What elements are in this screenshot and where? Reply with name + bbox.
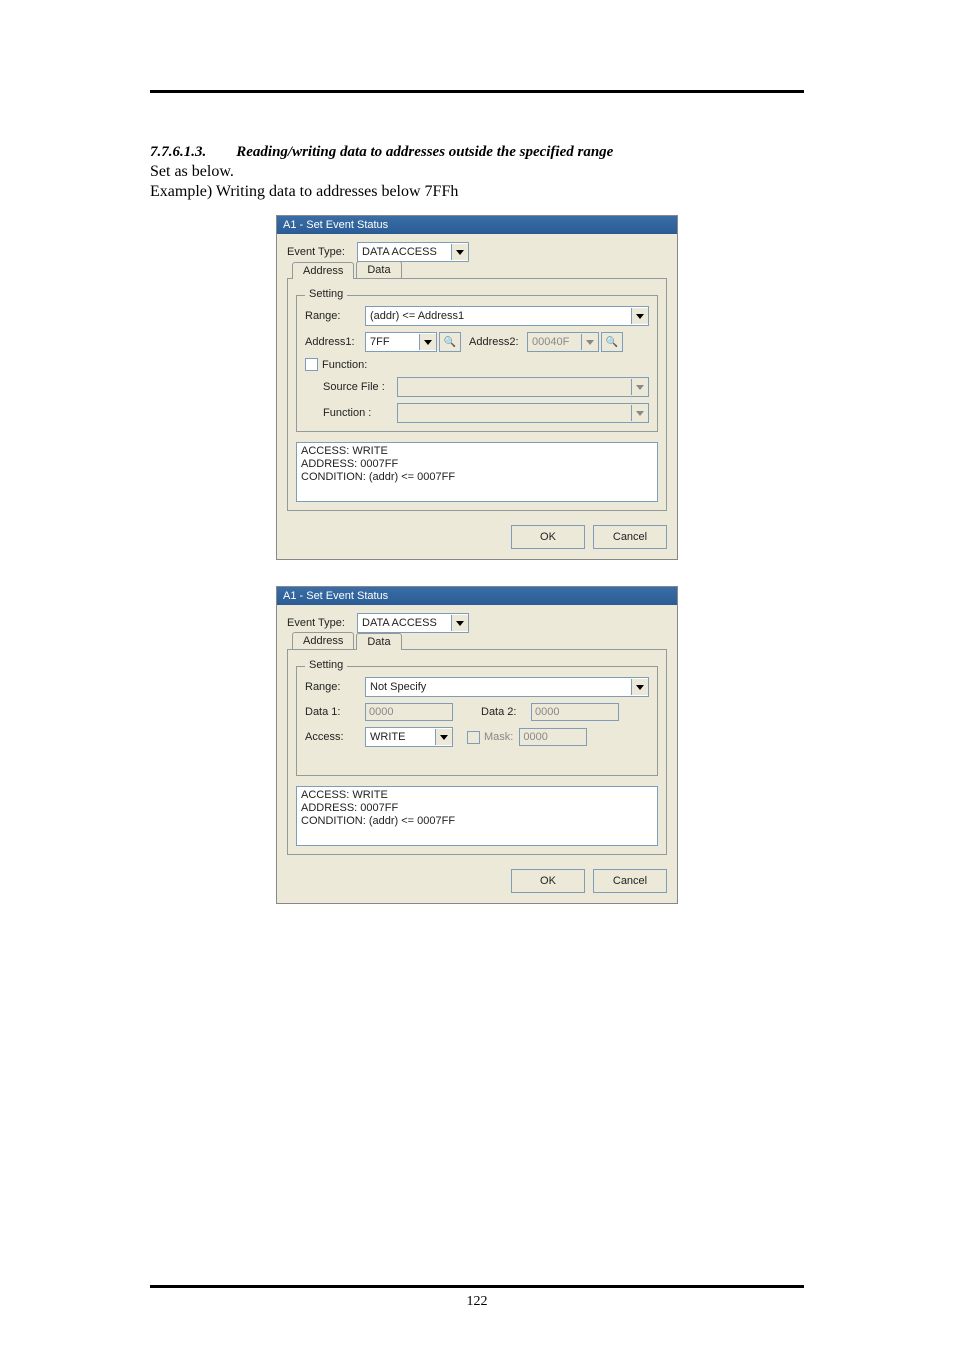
group-legend: Setting [305,659,347,671]
address1-value: 7FF [366,336,419,348]
group-setting: Setting Range: Not Specify Data 1: 0000 … [296,666,658,776]
intro-line-2: Example) Writing data to addresses below… [150,183,804,201]
function-combo [397,403,649,423]
address1-input[interactable]: 7FF [365,332,437,352]
range-value: Not Specify [366,681,631,693]
data2-label: Data 2: [481,706,531,718]
function-checkbox-label: Function: [322,359,367,371]
chevron-down-icon[interactable] [435,729,452,745]
top-rule [150,90,804,93]
section-heading: 7.7.6.1.3. Reading/writing data to addre… [150,143,804,161]
data1-input: 0000 [365,703,453,721]
function-checkbox[interactable] [305,358,318,371]
summary-textarea: ACCESS: WRITE ADDRESS: 0007FF CONDITION:… [296,442,658,502]
chevron-down-icon[interactable] [451,615,468,631]
access-label: Access: [305,731,365,743]
footer-rule [150,1285,804,1288]
tabset-data: Address Data Setting Range: Not Specify … [287,649,667,855]
mask-input: 0000 [519,728,587,746]
tab-data[interactable]: Data [356,633,401,650]
range-combo[interactable]: Not Specify [365,677,649,697]
tabset-address: Address Data Setting Range: (addr) <= Ad… [287,278,667,511]
cancel-button[interactable]: Cancel [593,869,667,893]
chevron-down-icon[interactable] [419,334,436,350]
section-number: 7.7.6.1.3. [150,144,206,160]
chevron-down-icon [581,334,598,350]
intro-line-1: Set as below. [150,163,804,181]
chevron-down-icon[interactable] [631,308,648,324]
range-label: Range: [305,310,365,322]
chevron-down-icon[interactable] [451,244,468,260]
tab-data[interactable]: Data [356,261,401,278]
browse-icon[interactable]: 🔍 [601,332,623,352]
access-combo[interactable]: WRITE [365,727,453,747]
dialog-data: A1 - Set Event Status Event Type: DATA A… [276,586,678,904]
footer: 122 [0,1285,954,1310]
mask-checkbox [467,731,480,744]
chevron-down-icon [631,405,648,421]
range-value: (addr) <= Address1 [366,310,631,322]
address2-value: 00040F [528,336,581,348]
ok-button[interactable]: OK [511,525,585,549]
dialog-titlebar: A1 - Set Event Status [277,587,677,605]
group-setting: Setting Range: (addr) <= Address1 Addres… [296,295,658,432]
summary-textarea: ACCESS: WRITE ADDRESS: 0007FF CONDITION:… [296,786,658,846]
section-title: Reading/writing data to addresses outsid… [236,144,613,160]
access-value: WRITE [366,731,435,743]
tab-address[interactable]: Address [292,262,354,279]
group-legend: Setting [305,288,347,300]
event-type-combo[interactable]: DATA ACCESS [357,613,469,633]
mask-label: Mask: [484,731,513,743]
event-type-combo[interactable]: DATA ACCESS [357,242,469,262]
event-type-label: Event Type: [287,246,357,258]
browse-icon[interactable]: 🔍 [439,332,461,352]
dialog-address: A1 - Set Event Status Event Type: DATA A… [276,215,678,560]
source-file-combo [397,377,649,397]
range-label: Range: [305,681,365,693]
address2-input: 00040F [527,332,599,352]
chevron-down-icon [631,379,648,395]
event-type-value: DATA ACCESS [358,617,451,629]
chevron-down-icon[interactable] [631,679,648,695]
cancel-button[interactable]: Cancel [593,525,667,549]
tab-address[interactable]: Address [292,632,354,649]
source-file-label: Source File : [323,381,397,393]
function-label: Function : [323,407,397,419]
event-type-label: Event Type: [287,617,357,629]
dialog-titlebar: A1 - Set Event Status [277,216,677,234]
range-combo[interactable]: (addr) <= Address1 [365,306,649,326]
data1-label: Data 1: [305,706,365,718]
address1-label: Address1: [305,336,365,348]
event-type-value: DATA ACCESS [358,246,451,258]
page-number: 122 [150,1294,804,1310]
data2-input: 0000 [531,703,619,721]
address2-label: Address2: [469,336,527,348]
ok-button[interactable]: OK [511,869,585,893]
